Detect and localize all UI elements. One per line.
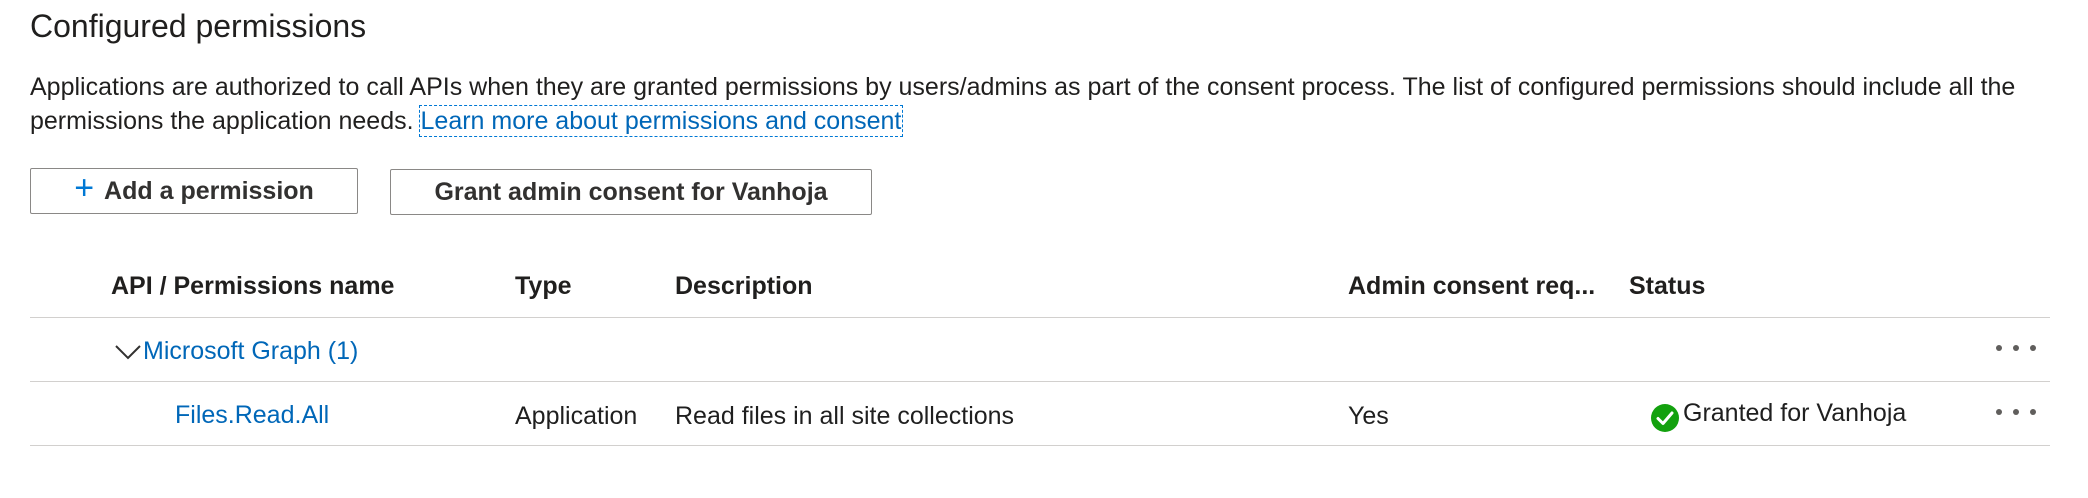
permission-name-link[interactable]: Files.Read.All [175, 401, 329, 430]
column-header-name[interactable]: API / Permissions name [111, 272, 394, 301]
status-text: Granted for Vanhoja [1683, 399, 1907, 427]
column-header-status[interactable]: Status [1629, 272, 1705, 301]
column-header-description[interactable]: Description [675, 272, 813, 301]
grant-admin-consent-label: Grant admin consent for Vanhoja [434, 177, 828, 206]
group-divider [30, 381, 2050, 382]
add-permission-label: Add a permission [104, 176, 314, 205]
grant-admin-consent-button[interactable]: Grant admin consent for Vanhoja [390, 169, 872, 215]
permission-type: Application [515, 402, 638, 430]
group-microsoft-graph[interactable]: Microsoft Graph (1) [143, 337, 358, 366]
column-header-type[interactable]: Type [515, 272, 572, 301]
column-header-admin-consent[interactable]: Admin consent req... [1348, 272, 1595, 301]
row-divider [30, 445, 2050, 446]
plus-icon: + [74, 169, 95, 207]
more-actions-icon[interactable] [1996, 340, 2036, 356]
more-actions-icon[interactable] [1996, 404, 2036, 420]
header-divider [30, 317, 2050, 318]
learn-more-link[interactable]: Learn more about permissions and consent [418, 105, 904, 137]
description-text: Applications are authorized to call APIs… [30, 73, 2016, 135]
check-circle-icon [1651, 404, 1679, 432]
add-permission-button[interactable]: + Add a permission [30, 168, 358, 214]
page-title: Configured permissions [30, 8, 367, 44]
admin-consent-value: Yes [1348, 402, 1389, 430]
chevron-down-icon[interactable] [114, 342, 142, 362]
permission-description: Read files in all site collections [675, 402, 1015, 430]
permissions-description: Applications are authorized to call APIs… [30, 70, 2040, 138]
